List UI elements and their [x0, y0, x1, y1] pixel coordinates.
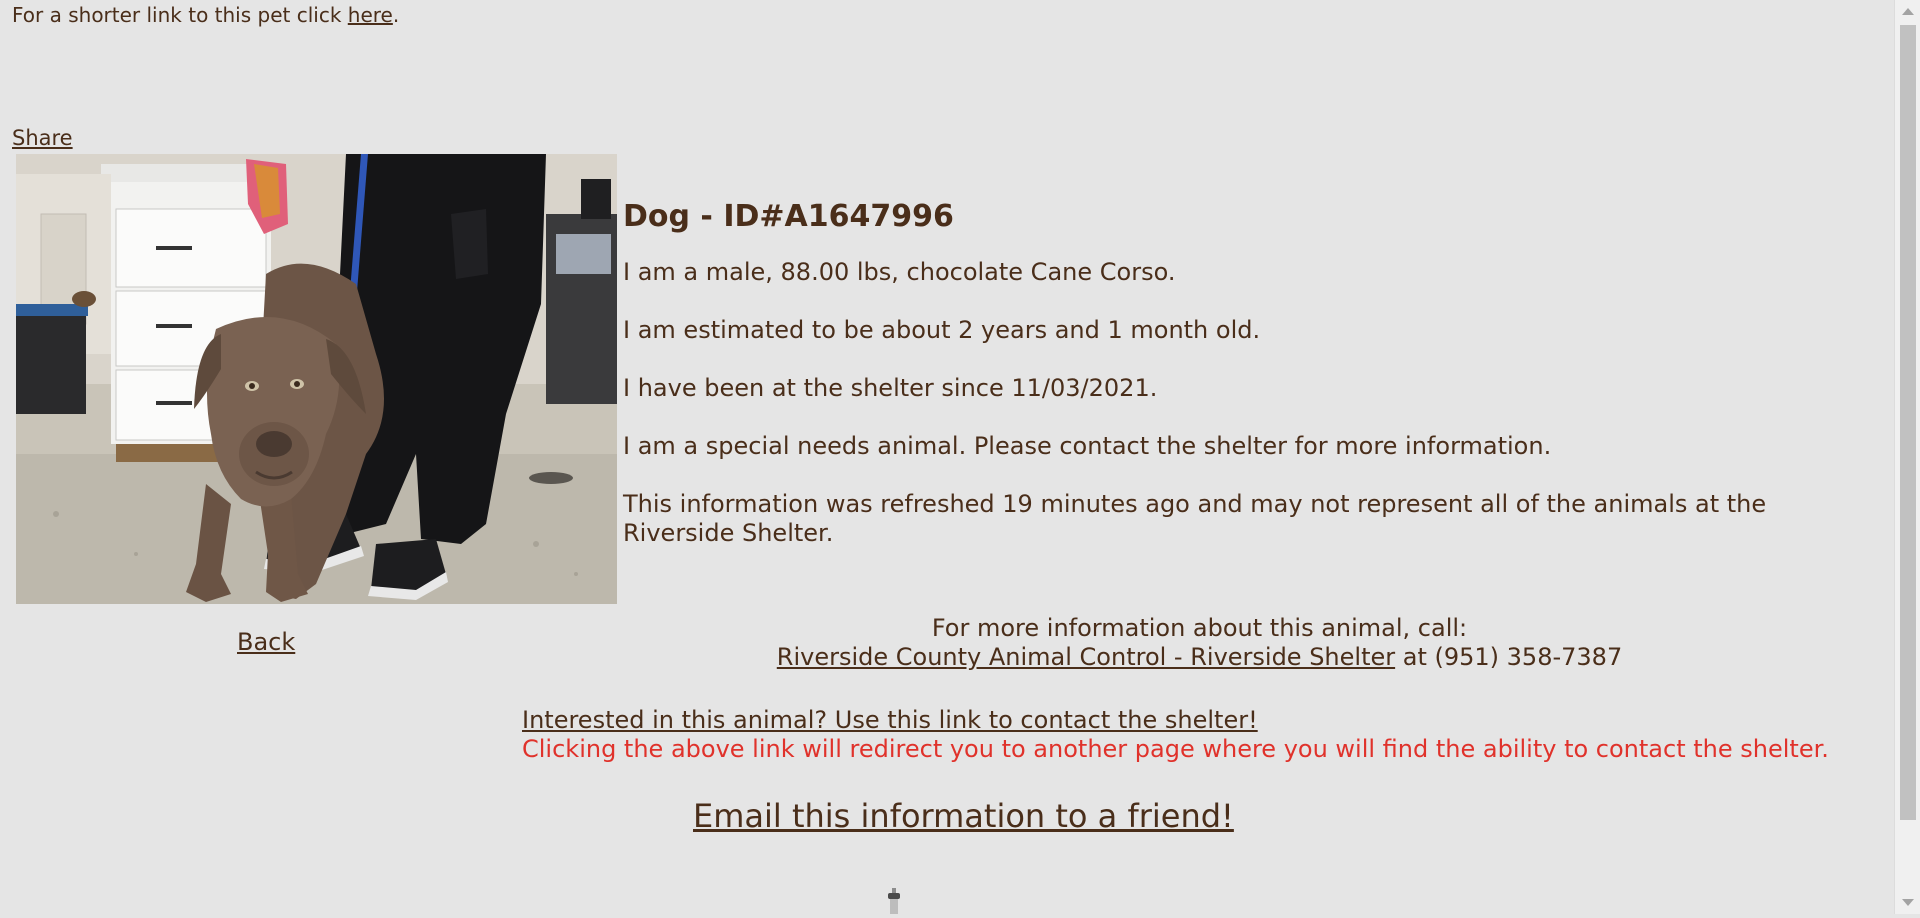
- short-link-here[interactable]: here: [348, 3, 393, 27]
- refresh-note: This information was refreshed 19 minute…: [623, 490, 1767, 547]
- redirect-note: Clicking the above link will redirect yo…: [522, 735, 1829, 763]
- scroll-down-arrow-icon[interactable]: [1902, 899, 1914, 906]
- short-link-suffix: .: [392, 3, 400, 27]
- at-text: at: [1395, 643, 1435, 671]
- scrollbar-thumb[interactable]: [1900, 25, 1916, 820]
- shelter-line: Riverside County Animal Control - Rivers…: [623, 643, 1776, 672]
- email-friend-link[interactable]: Email this information to a friend!: [693, 797, 1234, 835]
- scroll-up-arrow-icon[interactable]: [1902, 8, 1914, 15]
- animal-description: I am a male, 88.00 lbs, chocolate Cane C…: [623, 258, 1176, 286]
- animal-age: I am estimated to be about 2 years and 1…: [623, 316, 1261, 344]
- shelter-phone: (951) 358-7387: [1434, 643, 1623, 671]
- share-link[interactable]: Share: [12, 126, 73, 150]
- vertical-scrollbar[interactable]: [1894, 0, 1920, 914]
- call-intro: For more information about this animal, …: [931, 614, 1468, 642]
- animal-special-needs: I am a special needs animal. Please cont…: [623, 432, 1552, 460]
- short-link-line: For a shorter link to this pet click her…: [12, 3, 399, 27]
- call-info: For more information about this animal, …: [623, 614, 1776, 672]
- contact-block: Interested in this animal? Use this link…: [522, 706, 1829, 764]
- animal-shelter-since: I have been at the shelter since 11/03/2…: [623, 374, 1158, 402]
- animal-title: Dog - ID#A1647996: [623, 199, 954, 234]
- animal-info: Dog - ID#A1647996 I am a male, 88.00 lbs…: [623, 198, 1853, 577]
- back-link[interactable]: Back: [237, 628, 295, 656]
- pet-photo: [16, 154, 617, 604]
- loading-spinner-icon: [887, 888, 901, 914]
- contact-shelter-link[interactable]: Interested in this animal? Use this link…: [522, 706, 1258, 734]
- short-link-prefix: For a shorter link to this pet click: [12, 3, 348, 27]
- shelter-link[interactable]: Riverside County Animal Control - Rivers…: [777, 643, 1395, 671]
